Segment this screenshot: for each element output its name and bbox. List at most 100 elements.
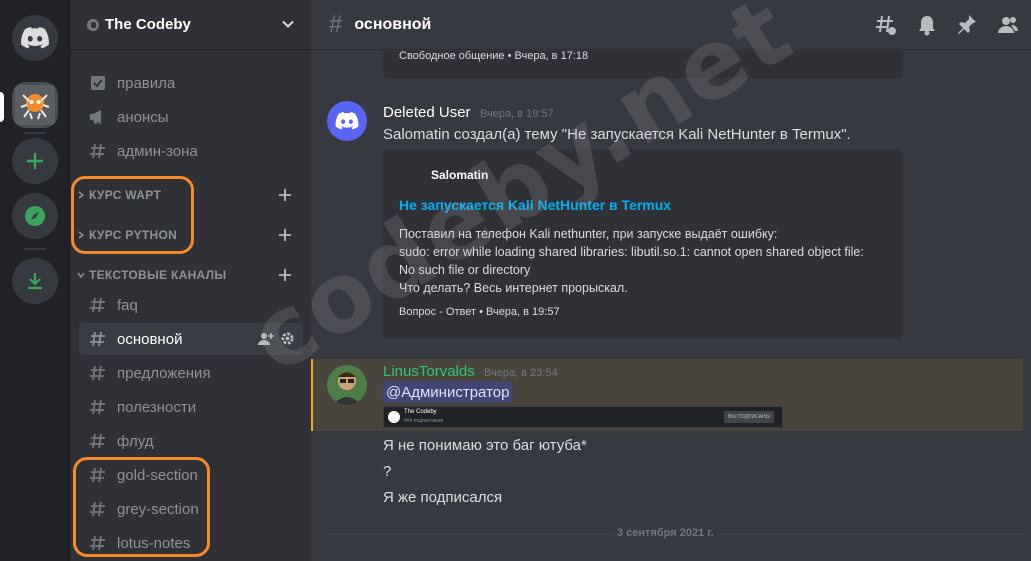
message-author[interactable]: LinusTorvalds bbox=[383, 363, 475, 380]
message-text: ? bbox=[383, 463, 392, 480]
download-icon bbox=[28, 273, 42, 290]
channel-label: основной bbox=[117, 330, 183, 348]
forum-embed: Salomatin Не запускается Kali NetHunter … bbox=[383, 149, 903, 339]
add-server-button[interactable] bbox=[12, 138, 58, 184]
server-header[interactable]: The Codeby bbox=[71, 0, 311, 50]
hash-lock-icon bbox=[89, 500, 107, 518]
hash-icon bbox=[89, 398, 107, 416]
hash-icon bbox=[89, 330, 107, 348]
category-label: КУРС WAPT bbox=[89, 188, 162, 202]
server-verified-icon bbox=[87, 18, 99, 31]
rail-separator bbox=[24, 248, 46, 250]
gear-icon[interactable] bbox=[280, 331, 295, 346]
category-label: ТЕКСТОВЫЕ КАНАЛЫ bbox=[89, 268, 227, 282]
channel-label: анонсы bbox=[117, 108, 169, 126]
message-text: Я не понимаю это баг ютуба* bbox=[383, 437, 587, 454]
category-text-channels[interactable]: ТЕКСТОВЫЕ КАНАЛЫ bbox=[71, 264, 311, 286]
category-python[interactable]: КУРС PYTHON bbox=[71, 224, 311, 246]
attached-screenshot[interactable]: The Codeby ### подписчиков ВЫ ПОДПИСАНЫ bbox=[383, 406, 783, 428]
channel-sidebar: The Codeby правила анонсы админ-зона КУР… bbox=[71, 0, 311, 561]
embed-description-line: sudo: error while loading shared librari… bbox=[399, 245, 864, 259]
channel-label: предложения bbox=[117, 364, 211, 382]
user-avatar-icon bbox=[327, 365, 367, 405]
embed-author[interactable]: Salomatin bbox=[431, 168, 488, 182]
channel-label: faq bbox=[117, 296, 138, 314]
embed-description-line: Поставил на телефон Kali nethunter, при … bbox=[399, 227, 778, 241]
screenshot-channel-name: The Codeby bbox=[404, 409, 437, 415]
discord-logo-icon bbox=[21, 27, 49, 49]
message-timestamp: Вчера, в 23:54 bbox=[484, 367, 558, 379]
chevron-down-icon bbox=[282, 20, 294, 28]
plus-icon[interactable] bbox=[277, 187, 293, 203]
channel-useful[interactable]: полезности bbox=[79, 391, 303, 423]
discord-logo-icon bbox=[335, 112, 359, 130]
embed-title-link[interactable]: Не запускается Kali NetHunter в Termux bbox=[399, 197, 671, 213]
threads-icon[interactable] bbox=[875, 14, 897, 36]
channel-gold-section[interactable]: gold-section bbox=[79, 459, 303, 491]
selected-server-indicator bbox=[0, 92, 4, 122]
compass-icon bbox=[25, 206, 45, 226]
embed-description-line: No such file or directory bbox=[399, 263, 531, 277]
channel-lotus-notes[interactable]: lotus-notes bbox=[79, 527, 303, 559]
channel-grey-section[interactable]: grey-section bbox=[79, 493, 303, 525]
channel-rules[interactable]: правила bbox=[79, 67, 303, 99]
hash-icon: # bbox=[329, 10, 343, 38]
channel-admin-zone[interactable]: админ-зона bbox=[79, 135, 303, 167]
hash-lock-icon bbox=[89, 466, 107, 484]
channel-flood[interactable]: флуд bbox=[79, 425, 303, 457]
download-apps-button[interactable] bbox=[12, 258, 58, 304]
date-divider-label: 3 сентября 2021 г. bbox=[613, 527, 718, 539]
plus-icon[interactable] bbox=[277, 227, 293, 243]
screenshot-subscribed-button: ВЫ ПОДПИСАНЫ bbox=[724, 411, 774, 423]
message-text: Я же подписался bbox=[383, 489, 503, 506]
hash-lock-icon bbox=[89, 432, 107, 450]
avatar[interactable] bbox=[327, 365, 367, 405]
channel-label: флуд bbox=[117, 432, 154, 450]
explore-servers-button[interactable] bbox=[12, 193, 58, 239]
rules-icon bbox=[89, 74, 107, 92]
category-wapt[interactable]: КУРС WAPT bbox=[71, 184, 311, 206]
channel-title: основной bbox=[354, 15, 432, 33]
date-divider: 3 сентября 2021 г. bbox=[327, 527, 1023, 539]
rail-separator bbox=[24, 132, 46, 134]
notification-bell-icon[interactable] bbox=[917, 14, 937, 36]
message-list: Свободное общение • Вчера, в 17:18 Delet… bbox=[311, 51, 1031, 561]
announcement-icon bbox=[89, 108, 107, 126]
add-member-icon[interactable] bbox=[258, 331, 274, 347]
plus-icon bbox=[27, 153, 43, 169]
screenshot-subscribers: ### подписчиков bbox=[404, 418, 444, 424]
embed-footer: Вопрос - Ответ • Вчера, в 19:57 bbox=[399, 306, 560, 318]
hash-lock-icon bbox=[89, 534, 107, 552]
channel-label: grey-section bbox=[117, 500, 199, 518]
home-button[interactable] bbox=[12, 15, 58, 61]
member-list-icon[interactable] bbox=[997, 14, 1019, 36]
chevron-right-icon bbox=[75, 229, 87, 241]
message-author[interactable]: Deleted User bbox=[383, 104, 471, 121]
hash-lock-icon bbox=[89, 142, 107, 160]
channel-avatar-icon bbox=[388, 411, 400, 423]
message-text: Salomatin создал(а) тему "Не запускается… bbox=[383, 126, 851, 143]
hash-icon bbox=[89, 364, 107, 382]
role-mention[interactable]: @Администратор bbox=[383, 381, 513, 403]
channel-header: # основной bbox=[311, 0, 1031, 50]
category-label: КУРС PYTHON bbox=[89, 228, 178, 242]
channel-label: правила bbox=[117, 74, 176, 92]
server-name: The Codeby bbox=[105, 16, 191, 33]
channel-suggestions[interactable]: предложения bbox=[79, 357, 303, 389]
message-mention-highlight: LinusTorvalds Вчера, в 23:54 @Администра… bbox=[311, 359, 1023, 431]
channel-announcements[interactable]: анонсы bbox=[79, 101, 303, 133]
plus-icon[interactable] bbox=[277, 267, 293, 283]
chevron-down-icon bbox=[75, 269, 87, 281]
hash-icon bbox=[89, 296, 107, 314]
channel-label: lotus-notes bbox=[117, 534, 191, 552]
embed-description-line: Что делать? Весь интернет прорыскал. bbox=[399, 281, 628, 295]
channel-label: админ-зона bbox=[117, 142, 198, 160]
server-codeby[interactable] bbox=[12, 82, 58, 128]
codeby-spider-logo-icon bbox=[15, 85, 55, 125]
embed-footer: Свободное общение • Вчера, в 17:18 bbox=[399, 51, 589, 62]
pin-icon[interactable] bbox=[957, 14, 977, 36]
channel-faq[interactable]: faq bbox=[79, 289, 303, 321]
channel-main[interactable]: основной bbox=[79, 323, 303, 355]
channel-label: gold-section bbox=[117, 466, 198, 484]
avatar[interactable] bbox=[327, 101, 367, 141]
